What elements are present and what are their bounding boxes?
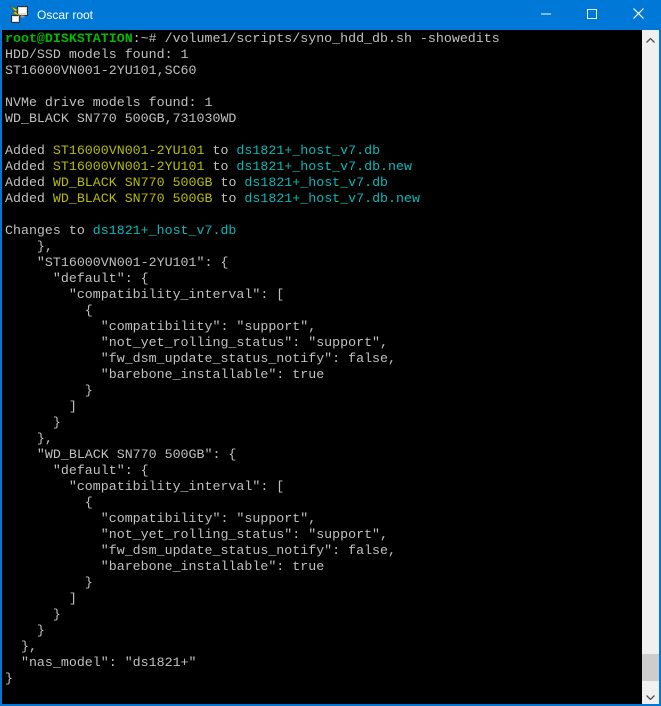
putty-app-icon [9,5,29,25]
maximize-icon [587,6,597,24]
terminal-line: { [5,495,642,511]
terminal-line: NVMe drive models found: 1 [5,95,642,111]
terminal-line: ST16000VN001-2YU101,SC60 [5,63,642,79]
terminal-line: "not_yet_rolling_status": "support", [5,335,642,351]
terminal-line [5,79,642,95]
terminal-line: } [5,415,642,431]
close-button[interactable] [615,0,661,30]
terminal-line: } [5,623,642,639]
close-icon [633,6,644,24]
terminal-line [5,207,642,223]
titlebar[interactable]: Oscar root [0,0,661,30]
terminal-line: "compatibility": "support", [5,319,642,335]
putty-window: Oscar root root@DISKSTATION:~# /volume1/… [0,0,661,706]
terminal-line: "barebone_installable": true [5,367,642,383]
terminal-line: "ST16000VN001-2YU101": { [5,255,642,271]
terminal-line: "fw_dsm_update_status_notify": false, [5,543,642,559]
terminal-line: }, [5,239,642,255]
terminal-output[interactable]: root@DISKSTATION:~# /volume1/scripts/syn… [2,30,642,704]
terminal-line: "compatibility_interval": [ [5,287,642,303]
minimize-button[interactable] [523,0,569,30]
terminal-line: "compatibility": "support", [5,511,642,527]
terminal-line: "WD_BLACK SN770 500GB": { [5,447,642,463]
terminal-line: Added ST16000VN001-2YU101 to ds1821+_hos… [5,143,642,159]
terminal-line: }, [5,431,642,447]
chevron-up-icon [646,30,655,48]
window-body: root@DISKSTATION:~# /volume1/scripts/syn… [0,30,661,706]
scrollbar-thumb[interactable] [642,654,659,681]
terminal-line: ] [5,399,642,415]
terminal-line: }, [5,639,642,655]
scroll-up-button[interactable] [642,30,659,47]
scroll-down-button[interactable] [642,687,659,704]
terminal-line: Added WD_BLACK SN770 500GB to ds1821+_ho… [5,191,642,207]
terminal-line: } [5,383,642,399]
terminal-line: root@DISKSTATION:~# /volume1/scripts/syn… [5,31,642,47]
terminal-line: Changes to ds1821+_host_v7.db [5,223,642,239]
terminal-line: "default": { [5,463,642,479]
scrollbar-track[interactable] [642,47,659,687]
window-title: Oscar root [37,8,523,22]
terminal-line: "barebone_installable": true [5,559,642,575]
terminal-line: WD_BLACK SN770 500GB,731030WD [5,111,642,127]
maximize-button[interactable] [569,0,615,30]
terminal-line: "fw_dsm_update_status_notify": false, [5,351,642,367]
terminal-line: HDD/SSD models found: 1 [5,47,642,63]
terminal-line: "nas_model": "ds1821+" [5,655,642,671]
scrollbar[interactable] [642,30,659,704]
terminal-line: Added ST16000VN001-2YU101 to ds1821+_hos… [5,159,642,175]
terminal-line: "not_yet_rolling_status": "support", [5,527,642,543]
terminal-line: "default": { [5,271,642,287]
terminal-line: ] [5,591,642,607]
terminal-line: } [5,607,642,623]
terminal-line: } [5,671,642,687]
terminal-line: "compatibility_interval": [ [5,479,642,495]
chevron-down-icon [646,687,655,705]
window-controls [523,0,661,30]
terminal-line [5,127,642,143]
terminal-line: { [5,303,642,319]
terminal-line: } [5,575,642,591]
terminal-line: Added WD_BLACK SN770 500GB to ds1821+_ho… [5,175,642,191]
minimize-icon [541,6,551,24]
